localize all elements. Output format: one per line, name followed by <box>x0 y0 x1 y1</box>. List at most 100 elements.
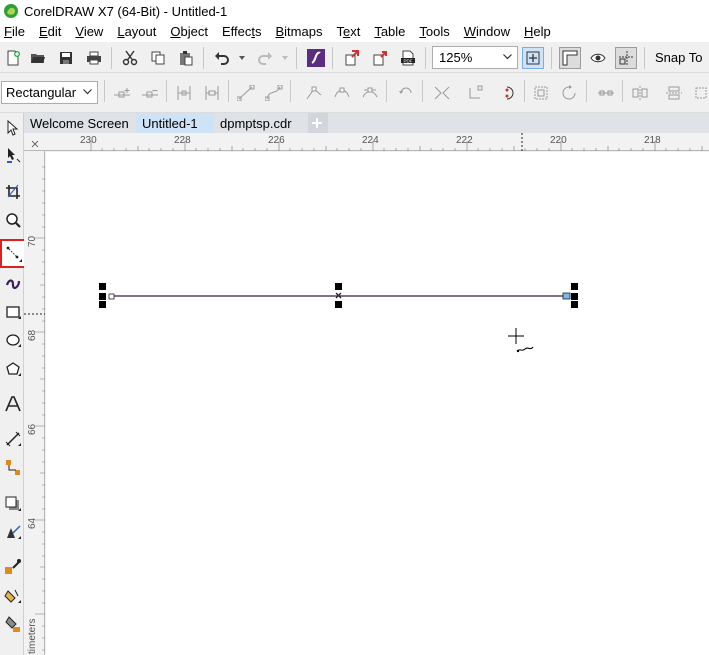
menu-layout[interactable]: Layout <box>110 22 163 42</box>
menu-bitmaps[interactable]: Bitmaps <box>268 22 329 42</box>
smooth-node-icon[interactable] <box>332 83 352 103</box>
selection-mode-value: Rectangular <box>6 85 77 100</box>
snap-to-button[interactable]: Snap To <box>650 42 702 73</box>
undo-icon[interactable] <box>211 47 233 69</box>
paste-icon[interactable] <box>175 47 197 69</box>
to-line-icon[interactable] <box>236 83 256 103</box>
guidelines-icon[interactable] <box>615 47 637 69</box>
smart-fill-icon[interactable] <box>2 612 24 636</box>
menu-window[interactable]: Window <box>457 22 517 42</box>
ruler-ticks <box>24 166 45 651</box>
view-icon[interactable] <box>587 47 609 69</box>
connector-tool-icon[interactable] <box>2 456 24 480</box>
redo-dropdown-icon[interactable] <box>282 56 288 60</box>
extend-curve-icon[interactable] <box>466 83 486 103</box>
parallel-dimension-icon[interactable] <box>2 427 24 451</box>
tab-label: dpmptsp.cdr <box>220 115 292 131</box>
text-tool-icon[interactable] <box>2 392 24 416</box>
pick-tool-icon[interactable] <box>2 116 24 140</box>
reflect-vertical-icon[interactable] <box>664 83 684 103</box>
vertical-ruler: 70 68 66 64 timeters <box>24 151 45 655</box>
menu-tools[interactable]: Tools <box>412 22 456 42</box>
property-bar-separator <box>290 80 291 102</box>
selection-mode-select[interactable]: Rectangular <box>1 81 98 104</box>
reverse-direction-icon[interactable] <box>396 83 416 103</box>
tab-dpmptsp[interactable]: dpmptsp.cdr <box>214 113 306 133</box>
stretch-nodes-icon[interactable] <box>532 83 552 103</box>
ruler-label: 228 <box>174 135 191 146</box>
menu-effects[interactable]: Effects <box>215 22 269 42</box>
coreldraw-window: CorelDRAW X7 (64-Bit) - Untitled-1 File … <box>0 0 709 655</box>
align-nodes-icon[interactable] <box>596 83 616 103</box>
extract-subpath-icon[interactable] <box>432 83 452 103</box>
transparency-icon[interactable] <box>2 520 24 544</box>
export-icon[interactable] <box>369 47 391 69</box>
tab-label: Untitled-1 <box>142 115 198 131</box>
search-content-icon[interactable] <box>305 47 327 69</box>
zoom-tool-icon[interactable] <box>2 208 24 232</box>
symmetrical-node-icon[interactable] <box>360 83 380 103</box>
property-bar-separator <box>386 80 387 102</box>
crop-tool-icon[interactable] <box>2 180 24 204</box>
ruler-units-label: timeters <box>27 618 38 654</box>
zoom-level-value: 125% <box>439 50 473 65</box>
drop-shadow-icon[interactable] <box>2 492 24 516</box>
interactive-fill-icon[interactable] <box>2 584 24 608</box>
ruler-label: 224 <box>362 135 379 146</box>
cusp-node-icon[interactable] <box>304 83 324 103</box>
add-node-icon[interactable] <box>112 83 132 103</box>
save-icon[interactable] <box>55 47 77 69</box>
start-node[interactable] <box>108 293 115 300</box>
menu-edit[interactable]: Edit <box>32 22 68 42</box>
new-document-icon[interactable] <box>2 47 24 69</box>
rotate-nodes-icon[interactable] <box>560 83 580 103</box>
select-all-nodes-icon[interactable] <box>692 83 709 103</box>
delete-node-icon[interactable] <box>140 83 160 103</box>
title-bar: CorelDRAW X7 (64-Bit) - Untitled-1 <box>0 0 709 22</box>
menu-table[interactable]: Table <box>367 22 412 42</box>
menu-view[interactable]: View <box>68 22 110 42</box>
menu-help[interactable]: Help <box>517 22 558 42</box>
freehand-tool-icon[interactable] <box>3 242 25 266</box>
join-nodes-icon[interactable] <box>174 83 194 103</box>
new-tab-button[interactable] <box>308 113 328 133</box>
open-folder-icon[interactable] <box>27 47 49 69</box>
break-curve-icon[interactable] <box>202 83 222 103</box>
menu-file[interactable]: File <box>0 22 32 42</box>
drawing-canvas[interactable] <box>46 152 709 655</box>
rectangle-tool-icon[interactable] <box>2 300 24 324</box>
polygon-tool-icon[interactable] <box>2 357 24 381</box>
zoom-level-select[interactable]: 125% <box>432 46 518 69</box>
property-bar-separator <box>622 80 623 102</box>
print-icon[interactable] <box>83 47 105 69</box>
artistic-media-icon[interactable] <box>2 271 24 295</box>
copy-icon[interactable] <box>147 47 169 69</box>
property-bar-separator <box>586 80 587 102</box>
to-curve-icon[interactable] <box>264 83 284 103</box>
zoom-fit-icon[interactable] <box>522 47 544 69</box>
tab-welcome-screen[interactable]: Welcome Screen <box>24 113 136 133</box>
shape-tool-icon[interactable] <box>2 144 24 168</box>
property-bar-separator <box>524 80 525 102</box>
undo-dropdown-icon[interactable] <box>239 56 245 60</box>
menu-object[interactable]: Object <box>163 22 215 42</box>
import-icon[interactable] <box>341 47 363 69</box>
ruler-label: 66 <box>27 423 38 435</box>
chevron-down-icon <box>83 89 92 95</box>
close-curve-icon[interactable] <box>498 83 518 103</box>
ruler-icon[interactable] <box>559 47 581 69</box>
menu-text[interactable]: Text <box>329 22 367 42</box>
toolbar-separator <box>332 47 333 69</box>
plus-icon <box>312 118 322 128</box>
cut-icon[interactable] <box>119 47 141 69</box>
window-title: CorelDRAW X7 (64-Bit) - Untitled-1 <box>24 3 228 19</box>
toolbar-separator <box>296 47 297 69</box>
ellipse-tool-icon[interactable] <box>2 328 24 352</box>
publish-pdf-icon[interactable]: PDF <box>397 47 419 69</box>
tab-untitled-1[interactable]: Untitled-1 <box>136 113 214 133</box>
redo-icon[interactable] <box>254 47 276 69</box>
reflect-nodes-icon[interactable] <box>630 83 650 103</box>
end-node[interactable] <box>562 292 571 300</box>
freehand-cursor-icon <box>508 328 534 353</box>
color-eyedropper-icon[interactable] <box>2 555 24 579</box>
